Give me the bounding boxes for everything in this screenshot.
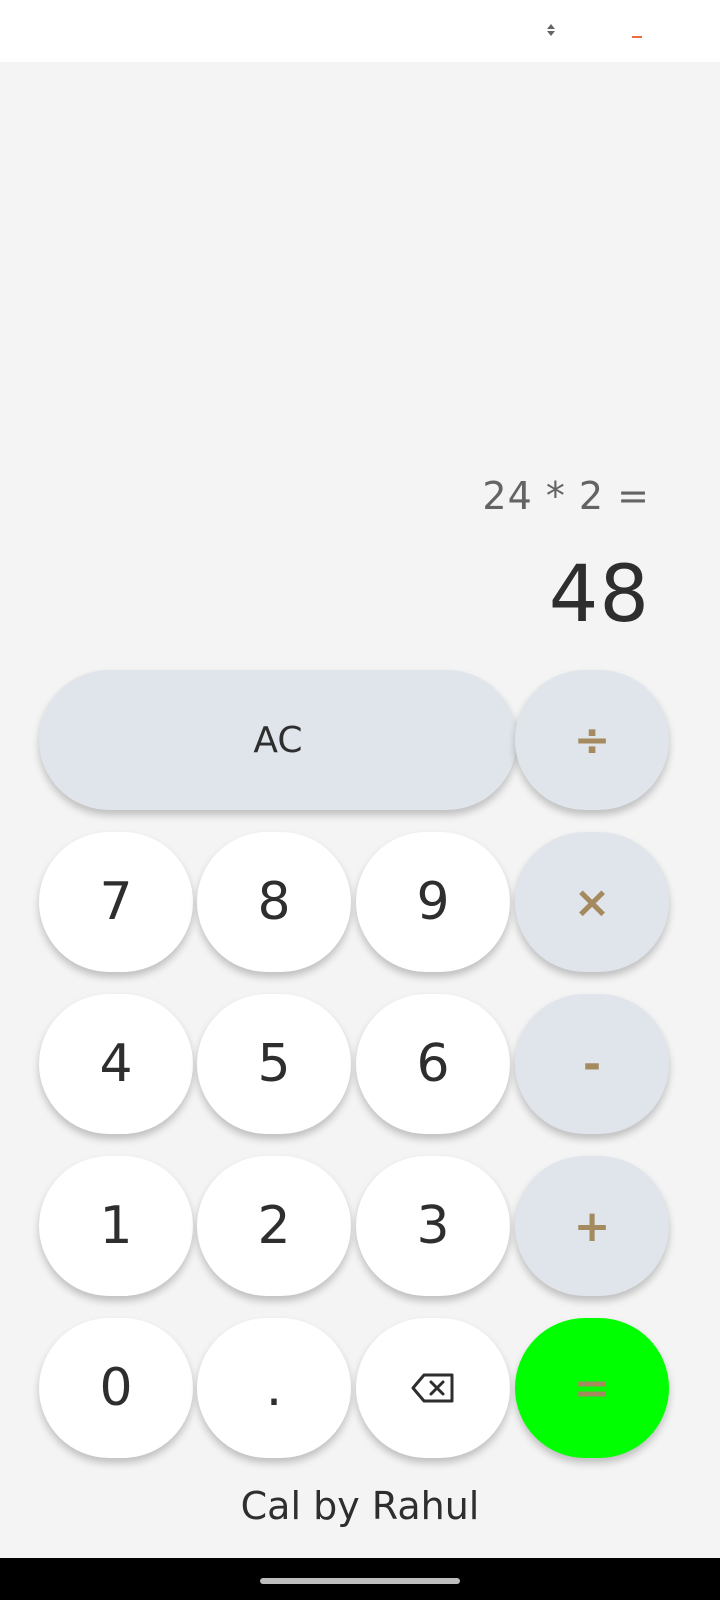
- backspace-button[interactable]: [356, 1318, 510, 1458]
- minimize-icon[interactable]: [632, 36, 642, 38]
- digit-3-button[interactable]: 3: [356, 1156, 510, 1296]
- system-nav-bar: [0, 1558, 720, 1600]
- equals-button[interactable]: =: [515, 1318, 669, 1458]
- multiply-button[interactable]: ×: [515, 832, 669, 972]
- clear-button[interactable]: AC: [39, 670, 517, 810]
- top-bar: [0, 0, 720, 62]
- backspace-icon: [411, 1373, 454, 1403]
- digit-2-button[interactable]: 2: [197, 1156, 351, 1296]
- minus-button[interactable]: -: [515, 994, 669, 1134]
- home-indicator[interactable]: [260, 1578, 460, 1584]
- decimal-button[interactable]: .: [197, 1318, 351, 1458]
- plus-button[interactable]: +: [515, 1156, 669, 1296]
- digit-9-button[interactable]: 9: [356, 832, 510, 972]
- digit-7-button[interactable]: 7: [39, 832, 193, 972]
- expression-display: 24 * 2 =: [482, 474, 650, 518]
- digit-5-button[interactable]: 5: [197, 994, 351, 1134]
- digit-8-button[interactable]: 8: [197, 832, 351, 972]
- digit-6-button[interactable]: 6: [356, 994, 510, 1134]
- digit-1-button[interactable]: 1: [39, 1156, 193, 1296]
- sort-icon[interactable]: [545, 20, 557, 40]
- digit-4-button[interactable]: 4: [39, 994, 193, 1134]
- result-display: 48: [548, 550, 650, 640]
- divide-button[interactable]: ÷: [515, 670, 669, 810]
- app-credit-label: Cal by Rahul: [240, 1484, 480, 1528]
- digit-0-button[interactable]: 0: [39, 1318, 193, 1458]
